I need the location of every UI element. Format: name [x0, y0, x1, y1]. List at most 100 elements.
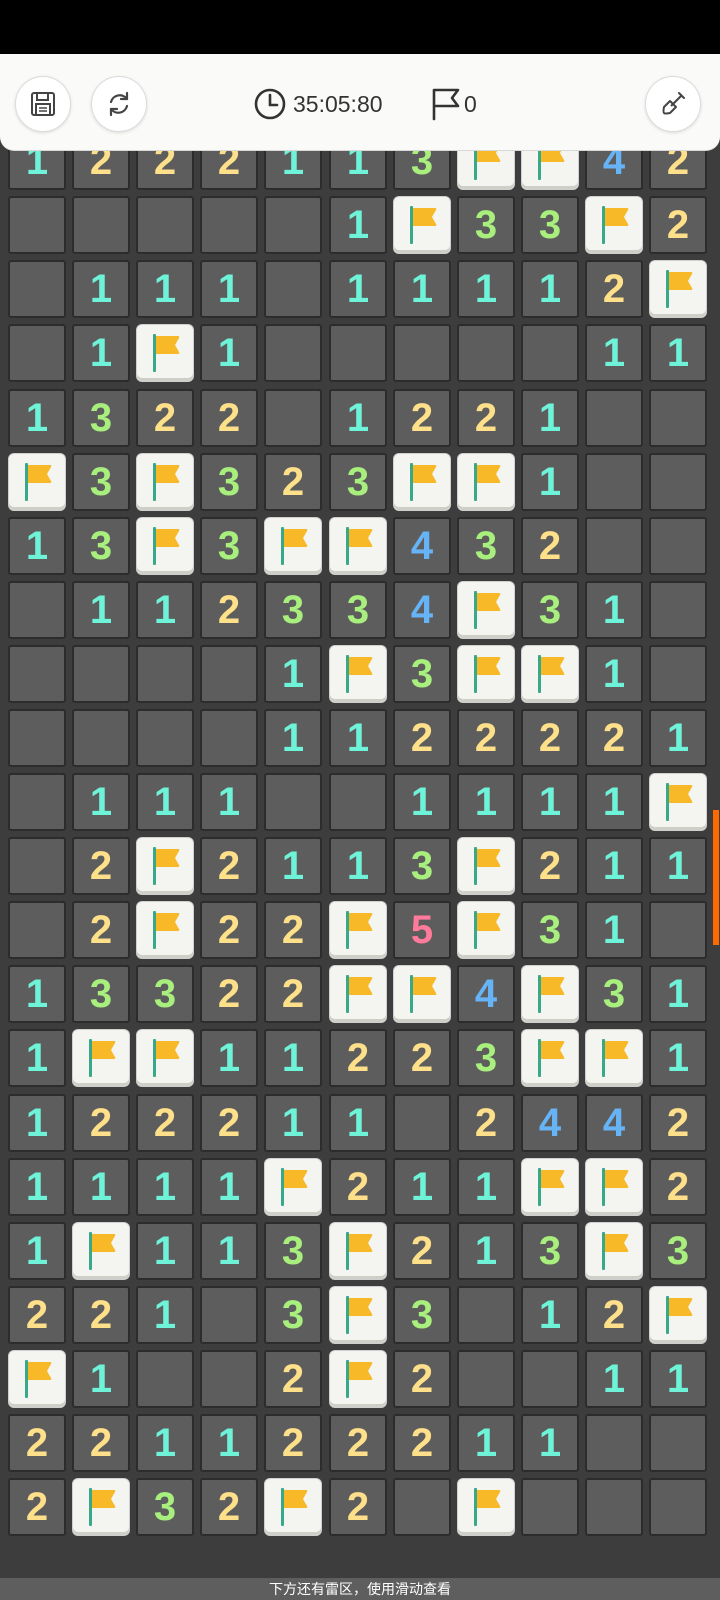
flagged-cell[interactable]: [136, 837, 194, 895]
number-cell[interactable]: 1: [136, 260, 194, 318]
number-cell[interactable]: 3: [457, 517, 515, 575]
number-cell[interactable]: 1: [521, 1414, 579, 1472]
empty-cell[interactable]: [521, 324, 579, 382]
flagged-cell[interactable]: [72, 1029, 130, 1087]
number-cell[interactable]: 2: [200, 581, 258, 639]
number-cell[interactable]: 2: [585, 1286, 643, 1344]
number-cell[interactable]: 1: [329, 196, 387, 254]
number-cell[interactable]: 1: [457, 1222, 515, 1280]
flagged-cell[interactable]: [329, 517, 387, 575]
flagged-cell[interactable]: [457, 645, 515, 703]
number-cell[interactable]: 2: [264, 965, 322, 1023]
flagged-cell[interactable]: [329, 1222, 387, 1280]
number-cell[interactable]: 3: [521, 196, 579, 254]
empty-cell[interactable]: [393, 1478, 451, 1536]
number-cell[interactable]: 3: [264, 1222, 322, 1280]
number-cell[interactable]: 1: [136, 1158, 194, 1216]
number-cell[interactable]: 1: [457, 773, 515, 831]
flagged-cell[interactable]: [329, 1286, 387, 1344]
flagged-cell[interactable]: [136, 324, 194, 382]
number-cell[interactable]: 1: [8, 1094, 66, 1152]
number-cell[interactable]: 2: [649, 1094, 707, 1152]
flagged-cell[interactable]: [329, 965, 387, 1023]
empty-cell[interactable]: [585, 517, 643, 575]
number-cell[interactable]: 1: [329, 837, 387, 895]
number-cell[interactable]: 2: [329, 1158, 387, 1216]
number-cell[interactable]: 3: [264, 581, 322, 639]
number-cell[interactable]: 3: [136, 1478, 194, 1536]
number-cell[interactable]: 1: [457, 1158, 515, 1216]
number-cell[interactable]: 1: [136, 1414, 194, 1472]
number-cell[interactable]: 1: [457, 260, 515, 318]
number-cell[interactable]: 2: [200, 965, 258, 1023]
empty-cell[interactable]: [72, 196, 130, 254]
number-cell[interactable]: 2: [393, 1029, 451, 1087]
empty-cell[interactable]: [457, 1350, 515, 1408]
number-cell[interactable]: 2: [8, 1414, 66, 1472]
flagged-cell[interactable]: [136, 1029, 194, 1087]
number-cell[interactable]: 3: [72, 517, 130, 575]
number-cell[interactable]: 1: [136, 581, 194, 639]
number-cell[interactable]: 2: [200, 901, 258, 959]
number-cell[interactable]: 3: [393, 645, 451, 703]
flagged-cell[interactable]: [649, 773, 707, 831]
empty-cell[interactable]: [264, 260, 322, 318]
number-cell[interactable]: 1: [393, 1158, 451, 1216]
number-cell[interactable]: 2: [521, 517, 579, 575]
number-cell[interactable]: 1: [264, 1094, 322, 1152]
number-cell[interactable]: 1: [585, 645, 643, 703]
empty-cell[interactable]: [585, 1478, 643, 1536]
flagged-cell[interactable]: [264, 517, 322, 575]
flagged-cell[interactable]: [264, 1158, 322, 1216]
flagged-cell[interactable]: [329, 645, 387, 703]
number-cell[interactable]: 1: [8, 1222, 66, 1280]
number-cell[interactable]: 1: [72, 773, 130, 831]
number-cell[interactable]: 2: [393, 1350, 451, 1408]
save-button[interactable]: [15, 76, 71, 132]
flagged-cell[interactable]: [457, 1478, 515, 1536]
number-cell[interactable]: 1: [649, 1350, 707, 1408]
number-cell[interactable]: 1: [72, 1158, 130, 1216]
empty-cell[interactable]: [264, 196, 322, 254]
number-cell[interactable]: 1: [8, 517, 66, 575]
empty-cell[interactable]: [200, 196, 258, 254]
number-cell[interactable]: 1: [521, 453, 579, 511]
flagged-cell[interactable]: [457, 901, 515, 959]
empty-cell[interactable]: [72, 645, 130, 703]
flagged-cell[interactable]: [585, 1158, 643, 1216]
empty-cell[interactable]: [264, 773, 322, 831]
number-cell[interactable]: 2: [264, 1350, 322, 1408]
number-cell[interactable]: 1: [8, 1029, 66, 1087]
empty-cell[interactable]: [200, 709, 258, 767]
number-cell[interactable]: 1: [329, 389, 387, 447]
number-cell[interactable]: 2: [8, 1478, 66, 1536]
number-cell[interactable]: 3: [200, 517, 258, 575]
empty-cell[interactable]: [8, 645, 66, 703]
number-cell[interactable]: 4: [521, 1094, 579, 1152]
restart-button[interactable]: [91, 76, 147, 132]
flagged-cell[interactable]: [393, 965, 451, 1023]
number-cell[interactable]: 2: [72, 837, 130, 895]
tool-button[interactable]: [645, 76, 701, 132]
number-cell[interactable]: 2: [649, 196, 707, 254]
flagged-cell[interactable]: [585, 1222, 643, 1280]
number-cell[interactable]: 1: [200, 1029, 258, 1087]
flagged-cell[interactable]: [457, 837, 515, 895]
number-cell[interactable]: 1: [585, 581, 643, 639]
empty-cell[interactable]: [136, 1350, 194, 1408]
number-cell[interactable]: 1: [72, 324, 130, 382]
number-cell[interactable]: 2: [136, 1094, 194, 1152]
empty-cell[interactable]: [136, 196, 194, 254]
number-cell[interactable]: 2: [521, 709, 579, 767]
number-cell[interactable]: 3: [521, 1222, 579, 1280]
empty-cell[interactable]: [521, 1350, 579, 1408]
number-cell[interactable]: 2: [264, 453, 322, 511]
flagged-cell[interactable]: [136, 901, 194, 959]
scroll-indicator[interactable]: [713, 810, 719, 945]
number-cell[interactable]: 1: [585, 837, 643, 895]
flagged-cell[interactable]: [136, 517, 194, 575]
empty-cell[interactable]: [136, 709, 194, 767]
flagged-cell[interactable]: [329, 901, 387, 959]
empty-cell[interactable]: [264, 389, 322, 447]
number-cell[interactable]: 1: [521, 260, 579, 318]
